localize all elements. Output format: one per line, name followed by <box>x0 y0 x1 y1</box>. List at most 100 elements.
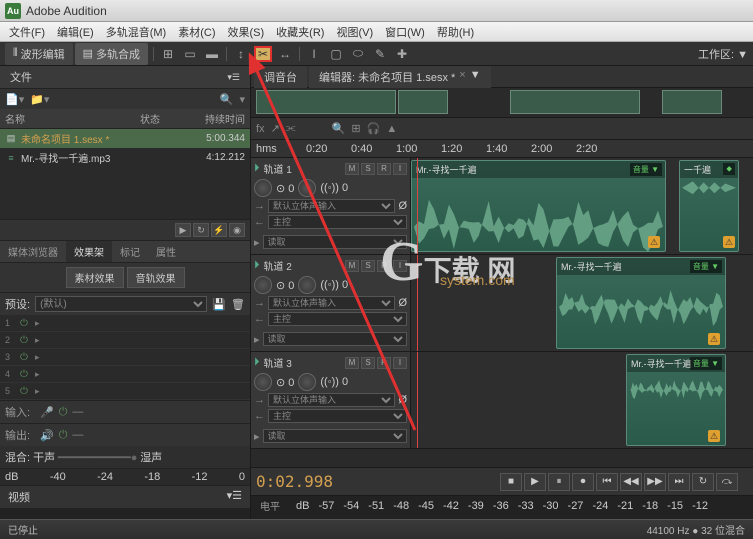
col-status[interactable]: 状态 <box>140 111 190 126</box>
tab-multitrack[interactable]: ▤多轨合成 <box>75 43 148 65</box>
overview-strip[interactable] <box>251 88 753 118</box>
tab-session-editor[interactable]: 编辑器: 未命名项目 1.sesx *×▼ <box>309 66 491 88</box>
track-input-select[interactable]: 默认立体声输入 <box>268 199 395 213</box>
tab-properties[interactable]: 属性 <box>148 241 184 262</box>
clip-volume[interactable]: 音量 ▼ <box>690 260 722 273</box>
pause-button[interactable]: ⏸ <box>548 473 570 491</box>
menu-effects[interactable]: 效果(S) <box>222 24 271 40</box>
track-expand-icon[interactable]: ⏵ <box>254 356 260 369</box>
skip-button[interactable]: ⤼ <box>716 473 738 491</box>
track-effects-button[interactable]: 音轨效果 <box>127 267 185 288</box>
track-m-button[interactable]: M <box>345 357 359 369</box>
tool-slip-icon[interactable]: ↔ <box>276 46 294 62</box>
open-file-icon[interactable]: 📄▾ <box>5 93 24 106</box>
menu-favorites[interactable]: 收藏夹(R) <box>270 24 330 40</box>
track-s-button[interactable]: S <box>361 357 375 369</box>
mono-icon[interactable]: Ø <box>398 394 407 406</box>
track-s-button[interactable]: S <box>361 163 375 175</box>
tool-time-icon[interactable]: I <box>305 46 323 62</box>
track-read-select[interactable]: 读取 <box>263 235 407 249</box>
volume-knob[interactable] <box>254 373 272 391</box>
back-button[interactable]: ◀◀ <box>620 473 642 491</box>
preview-stop-button[interactable]: ◉ <box>229 223 245 237</box>
track-output-select[interactable]: 主控 <box>268 215 407 229</box>
track-read-select[interactable]: 读取 <box>263 332 407 346</box>
col-duration[interactable]: 持续时间 <box>190 111 245 126</box>
track-name[interactable]: 轨道 2 <box>264 258 342 273</box>
track-read-select[interactable]: 读取 <box>263 429 407 443</box>
tool-marquee-icon[interactable]: ▢ <box>327 46 345 62</box>
tab-waveform[interactable]: ⫴波形编辑 <box>5 43 73 65</box>
track-name[interactable]: 轨道 3 <box>264 355 342 370</box>
end-button[interactable]: ⏭ <box>668 473 690 491</box>
track-input-select[interactable]: 默认立体声输入 <box>268 296 395 310</box>
tool-heal-icon[interactable]: ✚ <box>393 46 411 62</box>
preset-select[interactable]: (默认) <box>35 296 207 312</box>
pan-knob[interactable] <box>298 276 316 294</box>
audio-clip[interactable]: 一千遍⬥⚠ <box>679 160 739 252</box>
warning-icon[interactable]: ⚠ <box>648 236 660 248</box>
file-item-session[interactable]: ▤ 未命名项目 1.sesx * 5:00.344 <box>0 129 250 148</box>
track-lane[interactable]: Mr.-寻找一千遍 音量 ▼ ⚠ 一千遍⬥⚠ <box>411 158 753 254</box>
menu-clip[interactable]: 素材(C) <box>172 24 221 40</box>
eq-icon[interactable]: ⫘ <box>286 122 296 135</box>
import-icon[interactable]: 📁▾ <box>30 93 49 106</box>
tab-effects-rack[interactable]: 效果架 <box>66 241 112 262</box>
tool-razor-icon[interactable]: ✂ <box>254 46 272 62</box>
menu-view[interactable]: 视图(V) <box>330 24 379 40</box>
volume-knob[interactable] <box>254 276 272 294</box>
menu-file[interactable]: 文件(F) <box>3 24 51 40</box>
zoom-in-icon[interactable]: 🔍 <box>332 122 346 135</box>
track-r-button[interactable]: R <box>377 163 391 175</box>
play-button[interactable]: ▶ <box>524 473 546 491</box>
track-expand-icon[interactable]: ⏵ <box>254 162 260 175</box>
tab-media-browser[interactable]: 媒体浏览器 <box>0 241 66 262</box>
audio-clip[interactable]: Mr.-寻找一千遍 音量 ▼ ⚠ <box>411 160 666 252</box>
clip-volume[interactable]: 音量 ▼ <box>690 357 722 370</box>
track-m-button[interactable]: M <box>345 260 359 272</box>
file-item-audio[interactable]: Mr.-寻找一千遍.mp3 4:12.212 <box>0 148 250 167</box>
effect-slot[interactable]: 1⏻▸ <box>0 315 250 332</box>
track-m-button[interactable]: M <box>345 163 359 175</box>
pan-knob[interactable] <box>298 373 316 391</box>
track-i-button[interactable]: I <box>393 163 407 175</box>
tool-spectral-icon[interactable]: ▭ <box>181 46 199 62</box>
effect-slot[interactable]: 4⏻▸ <box>0 366 250 383</box>
tab-mixer[interactable]: 调音台 <box>254 66 307 88</box>
tool-lasso-icon[interactable]: ⬭ <box>349 46 367 62</box>
search-icon[interactable]: 🔍 <box>220 93 234 106</box>
clip-volume[interactable]: 音量 ▼ <box>630 163 662 176</box>
rewind-button[interactable]: ⏮ <box>596 473 618 491</box>
preset-delete-icon[interactable]: 🗑 <box>231 298 245 311</box>
preset-save-icon[interactable]: 💾 <box>212 298 226 311</box>
timecode[interactable]: 0:02.998 <box>256 472 333 491</box>
tool-pitch-icon[interactable]: ▬ <box>203 46 221 62</box>
track-lane[interactable]: Mr.-寻找一千遍 音量 ▼ ⚠ <box>411 255 753 351</box>
effect-slot[interactable]: 3⏻▸ <box>0 349 250 366</box>
record-button[interactable]: ⏺ <box>572 473 594 491</box>
track-output-select[interactable]: 主控 <box>268 409 407 423</box>
tool-brush-icon[interactable]: ✎ <box>371 46 389 62</box>
forward-button[interactable]: ▶▶ <box>644 473 666 491</box>
preview-play-button[interactable]: ▶ <box>175 223 191 237</box>
timeline-ruler[interactable]: hms 0:20 0:40 1:00 1:20 1:40 2:00 2:20 <box>251 140 753 158</box>
files-panel-tab[interactable]: 文件▾☰ <box>0 66 250 89</box>
tool-hud-icon[interactable]: ⊞ <box>159 46 177 62</box>
fx-icon[interactable]: fx <box>256 123 265 135</box>
mono-icon[interactable]: Ø <box>398 297 407 309</box>
stop-button[interactable]: ■ <box>500 473 522 491</box>
effect-slot[interactable]: 5⏻▸ <box>0 383 250 400</box>
preview-autoplay-button[interactable]: ⚡ <box>211 223 227 237</box>
menu-edit[interactable]: 编辑(E) <box>51 24 100 40</box>
headphone-icon[interactable]: 🎧 <box>367 122 381 135</box>
track-i-button[interactable]: I <box>393 260 407 272</box>
mono-icon[interactable]: Ø <box>398 200 407 212</box>
audio-clip[interactable]: Mr.-寻找一千遍 音量 ▼ ⚠ <box>626 354 726 446</box>
track-output-select[interactable]: 主控 <box>268 312 407 326</box>
panel-menu-icon[interactable]: ▾☰ <box>227 72 240 83</box>
warning-icon[interactable]: ⚠ <box>708 430 720 442</box>
pan-knob[interactable] <box>298 179 316 197</box>
close-icon[interactable]: × <box>459 69 465 85</box>
menu-help[interactable]: 帮助(H) <box>431 24 480 40</box>
metronome-icon[interactable]: ▲ <box>386 123 397 135</box>
